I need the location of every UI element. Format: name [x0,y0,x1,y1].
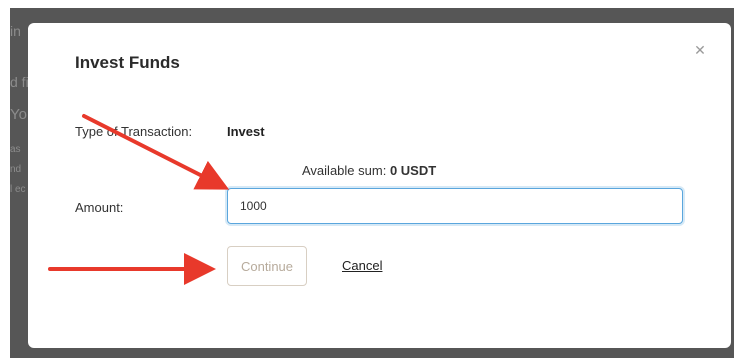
continue-button[interactable]: Continue [227,246,307,286]
background-text: Yo [10,106,27,123]
background-text: nd [10,164,22,175]
background-text: d fi [10,74,29,90]
background-text: in [10,23,21,39]
available-sum: Available sum: 0 USDT [302,163,436,178]
amount-input[interactable] [227,188,683,224]
cancel-link[interactable]: Cancel [342,258,382,273]
transaction-type-value: Invest [227,124,265,139]
background-text: as [10,144,21,155]
transaction-type-label: Type of Transaction: [75,124,193,139]
invest-funds-dialog: Invest Funds ✕ Type of Transaction: Inve… [28,23,731,348]
available-sum-value: 0 USDT [389,163,437,178]
background-text: l ec [10,184,26,195]
close-icon[interactable]: ✕ [693,43,707,57]
available-sum-label: Available sum: [302,163,387,178]
amount-label: Amount: [75,200,124,215]
dialog-title: Invest Funds [75,53,180,72]
